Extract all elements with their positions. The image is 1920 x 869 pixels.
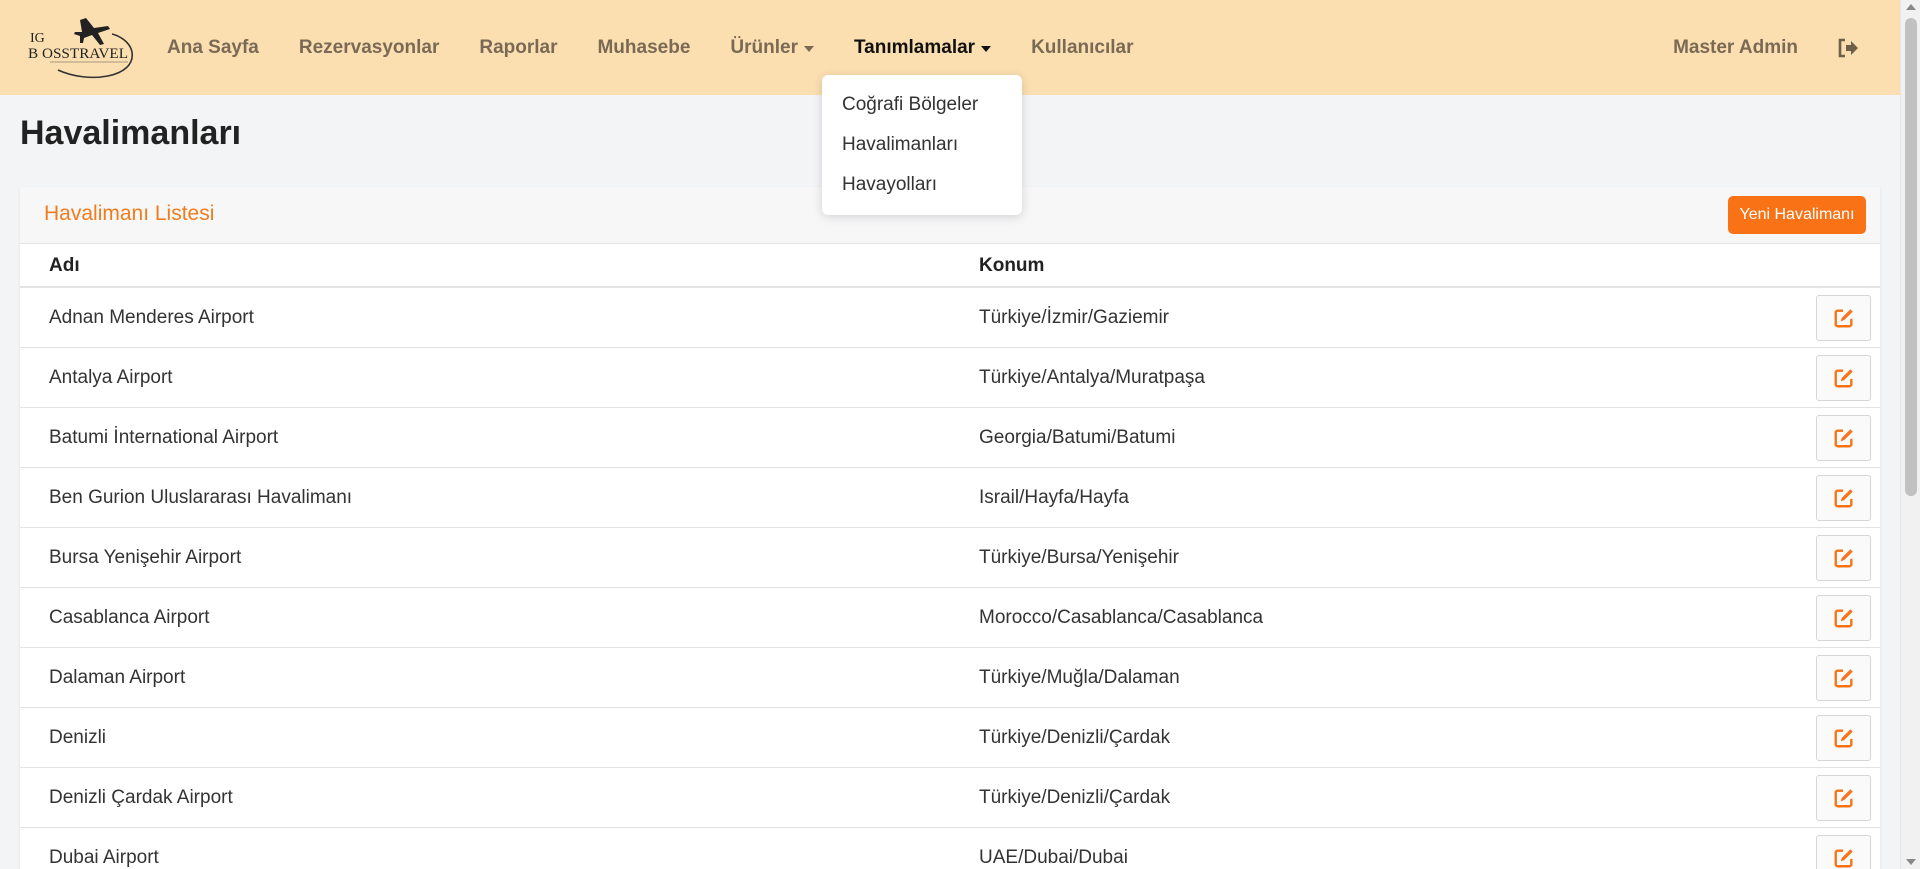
edit-icon — [1834, 669, 1853, 688]
caret-down-icon — [803, 45, 814, 52]
table-body: Adnan Menderes Airport Türkiye/İzmir/Gazi… — [20, 288, 1880, 869]
airport-name: Antalya Airport — [49, 367, 173, 388]
edit-button[interactable] — [1816, 295, 1871, 341]
airport-location: Türkiye/Muğla/Dalaman — [979, 667, 1180, 688]
nav-item-7[interactable]: Kullanıcılar — [1031, 37, 1133, 59]
edit-icon — [1834, 429, 1853, 448]
edit-button[interactable] — [1816, 595, 1871, 641]
nav-item-label: Rezervasyonlar — [298, 36, 440, 58]
nav-item-label: Ürünler — [730, 36, 798, 58]
user-menu[interactable]: Master Admin — [1673, 37, 1798, 59]
table-row: Casablanca Airport Morocco/Casablanca/Cas… — [20, 588, 1880, 648]
navbar-right: Master Admin — [1673, 0, 1900, 95]
nav-item-1[interactable]: Ana Sayfa — [167, 37, 259, 59]
edit-icon — [1834, 609, 1853, 628]
airport-name: Ben Gurion Uluslararası Havalimanı — [49, 487, 353, 508]
table-row: Batumi İnternational Airport Georgia/Batu… — [20, 408, 1880, 468]
edit-icon — [1834, 309, 1853, 328]
edit-button[interactable] — [1816, 715, 1871, 761]
nav-item-3[interactable]: Raporlar — [479, 37, 557, 59]
caret-down-icon — [981, 45, 992, 52]
table-row: Bursa Yenişehir Airport Türkiye/Bursa/Yen… — [20, 528, 1880, 588]
column-header-name[interactable]: Adı — [49, 255, 80, 277]
edit-button[interactable] — [1816, 655, 1871, 701]
airport-location: Türkiye/Bursa/Yenişehir — [979, 547, 1179, 568]
airport-location: Türkiye/Antalya/Muratpaşa — [979, 367, 1205, 388]
nav-item-label: Kullanıcılar — [1031, 36, 1134, 58]
airport-list-card: Havalimanı Listesi Yeni Havalimanı Adı K… — [20, 187, 1880, 869]
brand-logo[interactable]: IG B OSSTRAVEL — [28, 14, 140, 80]
airport-location: Georgia/Batumi/Batumi — [979, 427, 1176, 448]
table-row: Denizli Çardak Airport Türkiye/Denizli/Ça… — [20, 768, 1880, 828]
table-row: Denizli Türkiye/Denizli/Çardak — [20, 708, 1880, 768]
table-row: Dubai Airport UAE/Dubai/Dubai — [20, 828, 1880, 869]
scroll-down-icon[interactable] — [1906, 859, 1916, 865]
airport-name: Batumi İnternational Airport — [49, 427, 279, 448]
table-row: Antalya Airport Türkiye/Antalya/Muratpaşa — [20, 348, 1880, 408]
nav-item-label: Muhasebe — [597, 36, 691, 58]
dropdown-item-3[interactable]: Havayolları — [822, 165, 1022, 205]
airport-location: Türkiye/İzmir/Gaziemir — [979, 307, 1170, 328]
airport-name: Denizli — [49, 727, 107, 748]
scroll-up-icon[interactable] — [1906, 4, 1916, 10]
sign-out-icon[interactable] — [1836, 36, 1860, 60]
airport-location: Israil/Hayfa/Hayfa — [979, 487, 1129, 508]
edit-button[interactable] — [1816, 835, 1871, 869]
table-row: Adnan Menderes Airport Türkiye/İzmir/Gazi… — [20, 288, 1880, 348]
card-title: Havalimanı Listesi — [44, 202, 215, 225]
tanimlamalar-dropdown-menu: Coğrafi Bölgeler Havalimanları Havayolları — [822, 75, 1022, 215]
edit-icon — [1834, 489, 1853, 508]
edit-icon — [1834, 789, 1853, 808]
edit-icon — [1834, 369, 1853, 388]
svg-text:IG: IG — [30, 31, 45, 46]
edit-icon — [1834, 549, 1853, 568]
edit-button[interactable] — [1816, 535, 1871, 581]
edit-button[interactable] — [1816, 415, 1871, 461]
airport-location: Türkiye/Denizli/Çardak — [979, 727, 1171, 748]
table-row: Ben Gurion Uluslararası Havalimanı Israil… — [20, 468, 1880, 528]
edit-button[interactable] — [1816, 475, 1871, 521]
nav-item-4[interactable]: Muhasebe — [597, 37, 690, 59]
edit-button[interactable] — [1816, 355, 1871, 401]
nav-item-5[interactable]: Ürünler — [730, 37, 814, 59]
airport-location: Morocco/Casablanca/Casablanca — [979, 607, 1264, 628]
airport-name: Dalaman Airport — [49, 667, 186, 688]
svg-text:B OSSTRAVEL: B OSSTRAVEL — [28, 46, 128, 62]
scrollbar-thumb[interactable] — [1905, 18, 1917, 496]
main-nav: Ana Sayfa Rezervasyonlar Raporlar Muhasebe Ü… — [167, 0, 1174, 95]
column-header-location[interactable]: Konum — [979, 255, 1044, 277]
page-title: Havalimanları — [20, 114, 242, 152]
nav-item-label: Ana Sayfa — [167, 36, 259, 58]
airport-name: Adnan Menderes Airport — [49, 307, 254, 328]
edit-button[interactable] — [1816, 775, 1871, 821]
nav-item-label: Raporlar — [479, 36, 558, 58]
airport-location: Türkiye/Denizli/Çardak — [979, 787, 1171, 808]
nav-item-2[interactable]: Rezervasyonlar — [299, 37, 439, 59]
airport-name: Denizli Çardak Airport — [49, 787, 233, 808]
new-airport-button[interactable]: Yeni Havalimanı — [1728, 196, 1866, 234]
table-header: Adı Konum — [20, 244, 1880, 288]
airplane-logo-icon: IG B OSSTRAVEL — [28, 18, 133, 79]
table-row: Dalaman Airport Türkiye/Muğla/Dalaman — [20, 648, 1880, 708]
page-scrollbar[interactable] — [1900, 0, 1920, 869]
edit-icon — [1834, 849, 1853, 868]
airport-name: Casablanca Airport — [49, 607, 210, 628]
airport-name: Dubai Airport — [49, 847, 159, 868]
nav-item-label: Tanımlamalar — [853, 36, 976, 58]
dropdown-item-1[interactable]: Coğrafi Bölgeler — [822, 85, 1022, 125]
airport-location: UAE/Dubai/Dubai — [979, 847, 1128, 868]
nav-item-6[interactable]: Tanımlamalar — [853, 36, 992, 59]
airport-name: Bursa Yenişehir Airport — [49, 547, 242, 568]
dropdown-item-2[interactable]: Havalimanları — [822, 125, 1022, 165]
edit-icon — [1834, 729, 1853, 748]
